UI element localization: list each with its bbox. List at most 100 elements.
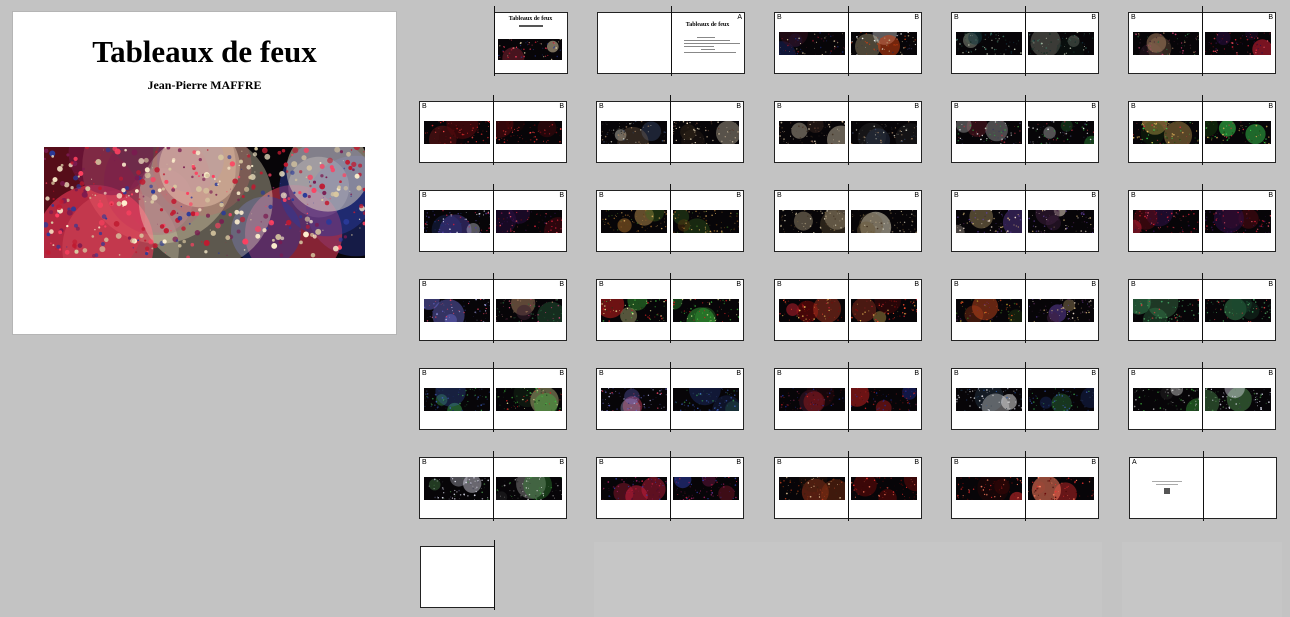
photo-spread[interactable]: BB [596, 451, 746, 521]
right-page-thumbnail[interactable]: B [670, 101, 744, 163]
right-page-thumbnail[interactable]: B [1025, 101, 1099, 163]
left-page-thumbnail[interactable]: B [596, 368, 670, 430]
spine-line [493, 95, 494, 165]
right-page-thumbnail[interactable]: B [670, 368, 744, 430]
right-page-thumbnail[interactable]: B [493, 279, 567, 341]
left-page-thumbnail[interactable]: B [1128, 101, 1202, 163]
page-label: B [559, 103, 564, 110]
right-page-thumbnail[interactable]: B [1202, 279, 1276, 341]
left-page-thumbnail[interactable]: B [419, 457, 493, 519]
photo-spread[interactable]: BB [1128, 184, 1278, 254]
left-page-thumbnail[interactable]: B [774, 12, 848, 74]
left-page-thumbnail[interactable]: B [596, 457, 670, 519]
spine-line [1025, 95, 1026, 165]
right-page-thumbnail[interactable]: B [670, 190, 744, 252]
left-page-thumbnail[interactable]: B [1128, 279, 1202, 341]
photo-spread[interactable]: BB [419, 362, 569, 432]
photo-spread[interactable]: BB [1128, 6, 1278, 76]
page-label: B [1091, 103, 1096, 110]
photo-spread[interactable]: BB [419, 184, 569, 254]
cover-page-preview[interactable]: Tableaux de feux Jean-Pierre MAFFRE [13, 12, 396, 334]
photo-spread[interactable]: BB [951, 273, 1101, 343]
photo-spread[interactable]: BB [419, 95, 569, 165]
photo-spread[interactable]: BB [596, 273, 746, 343]
blank-page-thumbnail[interactable] [597, 12, 671, 74]
right-page-thumbnail[interactable]: B [493, 457, 567, 519]
photo-spread[interactable]: BB [774, 451, 924, 521]
photo-spread[interactable]: BB [1128, 273, 1278, 343]
photo-spread[interactable]: BB [951, 451, 1101, 521]
back-cover-thumbnail[interactable] [420, 546, 494, 608]
right-page-thumbnail[interactable]: B [1025, 190, 1099, 252]
right-page-thumbnail[interactable]: B [670, 457, 744, 519]
left-page-thumbnail[interactable]: B [596, 101, 670, 163]
left-page-thumbnail[interactable]: B [951, 279, 1025, 341]
left-page-thumbnail[interactable]: B [419, 101, 493, 163]
right-page-thumbnail[interactable]: B [848, 101, 922, 163]
right-page-thumbnail[interactable]: B [848, 190, 922, 252]
right-page-thumbnail[interactable]: B [493, 368, 567, 430]
spread-back-cover[interactable] [420, 540, 570, 610]
right-page-thumbnail[interactable]: B [1202, 12, 1276, 74]
colophon-page-thumbnail[interactable]: A [1129, 457, 1203, 519]
photo-spread[interactable]: BB [596, 95, 746, 165]
photo-spread[interactable]: BB [774, 184, 924, 254]
right-page-thumbnail[interactable]: B [1202, 368, 1276, 430]
photo-spread[interactable]: BB [774, 362, 924, 432]
right-page-thumbnail[interactable]: B [1025, 12, 1099, 74]
photo-spread[interactable]: BB [951, 6, 1101, 76]
photo-spread[interactable]: BB [1128, 362, 1278, 432]
right-page-thumbnail[interactable]: B [493, 190, 567, 252]
left-page-thumbnail[interactable]: B [1128, 190, 1202, 252]
right-page-thumbnail[interactable]: B [848, 12, 922, 74]
page-label: B [777, 281, 782, 288]
right-page-thumbnail[interactable]: B [848, 457, 922, 519]
left-page-thumbnail[interactable]: B [419, 368, 493, 430]
left-page-thumbnail[interactable]: B [596, 279, 670, 341]
fireworks-photo [424, 210, 490, 233]
photo-spread[interactable]: BB [774, 6, 924, 76]
right-page-thumbnail[interactable]: B [670, 279, 744, 341]
right-page-thumbnail[interactable]: B [1202, 190, 1276, 252]
title-page-thumbnail[interactable]: Tableaux de feux [494, 12, 568, 74]
photo-spread[interactable]: BB [951, 184, 1101, 254]
left-page-thumbnail[interactable]: B [1128, 12, 1202, 74]
left-page-thumbnail[interactable]: B [774, 101, 848, 163]
left-page-thumbnail[interactable]: B [951, 457, 1025, 519]
left-page-thumbnail[interactable]: B [419, 279, 493, 341]
photo-spread[interactable]: BB [774, 95, 924, 165]
left-page-thumbnail[interactable]: B [774, 457, 848, 519]
photo-spread[interactable]: BB [419, 273, 569, 343]
photo-spread[interactable]: BB [419, 451, 569, 521]
left-page-thumbnail[interactable]: B [774, 368, 848, 430]
left-page-thumbnail[interactable]: B [1128, 368, 1202, 430]
right-page-thumbnail[interactable]: B [1025, 279, 1099, 341]
left-page-thumbnail[interactable]: B [951, 190, 1025, 252]
right-page-thumbnail[interactable]: B [848, 368, 922, 430]
photo-spread[interactable]: BB [596, 184, 746, 254]
right-page-thumbnail[interactable]: B [1025, 368, 1099, 430]
left-page-thumbnail[interactable]: B [951, 101, 1025, 163]
right-page-thumbnail[interactable]: B [493, 101, 567, 163]
photo-spread[interactable]: BB [951, 95, 1101, 165]
spread-copyright[interactable]: A Tableaux de feux [597, 6, 747, 76]
blank-page-thumbnail[interactable] [1203, 457, 1277, 519]
photo-spread[interactable]: BB [1128, 95, 1278, 165]
left-page-thumbnail[interactable]: B [774, 279, 848, 341]
right-page-thumbnail[interactable]: B [1025, 457, 1099, 519]
left-page-thumbnail[interactable]: B [774, 190, 848, 252]
text-page-thumbnail[interactable]: A Tableaux de feux [671, 12, 745, 74]
right-page-thumbnail[interactable]: B [1202, 101, 1276, 163]
photo-spread[interactable]: BB [774, 273, 924, 343]
spread-end[interactable]: A [1129, 451, 1279, 521]
left-page-thumbnail[interactable]: B [951, 12, 1025, 74]
right-page-thumbnail[interactable]: B [848, 279, 922, 341]
photo-spread[interactable]: BB [951, 362, 1101, 432]
photo-spread[interactable]: BB [596, 362, 746, 432]
left-page-thumbnail[interactable]: B [419, 190, 493, 252]
spread-title[interactable]: Tableaux de feux [420, 6, 570, 76]
left-page-thumbnail[interactable]: B [596, 190, 670, 252]
fireworks-photo [1205, 388, 1271, 411]
page-label: B [914, 14, 919, 21]
left-page-thumbnail[interactable]: B [951, 368, 1025, 430]
